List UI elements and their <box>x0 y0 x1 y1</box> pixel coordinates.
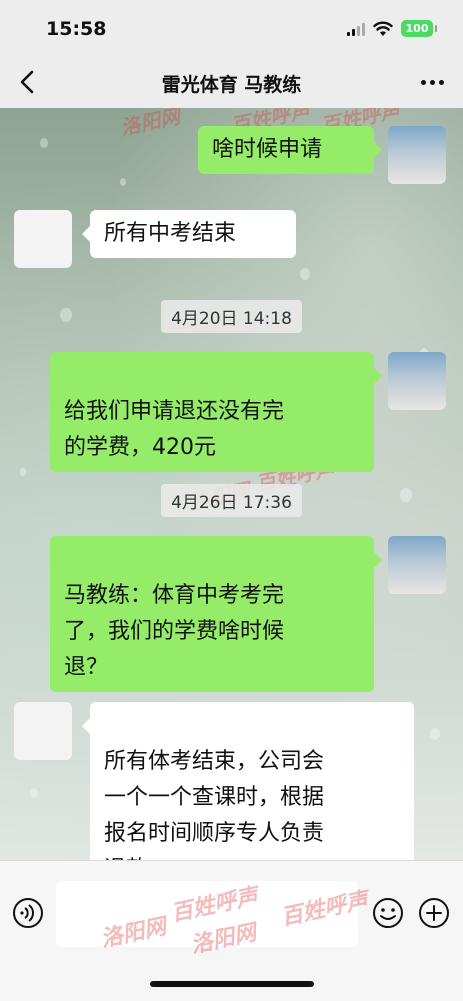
more-dot <box>429 79 435 85</box>
voice-icon <box>13 898 43 928</box>
raindrop <box>30 788 38 798</box>
message-text: 给我们申请退还没有完 的学费，420元 <box>64 399 285 460</box>
user-avatar[interactable] <box>388 536 446 594</box>
battery-indicator: 100 <box>401 20 437 37</box>
timestamp: 4月26日 17:36 <box>0 484 463 517</box>
home-indicator <box>150 981 314 987</box>
raindrop <box>120 178 126 186</box>
raindrop <box>40 138 48 148</box>
raindrop <box>430 728 440 740</box>
signal-icon <box>347 22 365 36</box>
message-text: 啥时候申请 <box>212 137 323 162</box>
more-dot <box>420 79 426 85</box>
user-avatar[interactable] <box>388 126 446 184</box>
coach-avatar[interactable] <box>14 210 72 268</box>
more-dot <box>438 79 444 85</box>
chat-title: 雷光体育 马教练 <box>161 74 302 96</box>
more-button[interactable] <box>417 68 447 96</box>
message-text: 所有中考结束 <box>104 221 237 246</box>
user-avatar[interactable] <box>388 352 446 410</box>
voice-button[interactable] <box>12 897 44 929</box>
message-text: 所有体考结束，公司会 一个一个查课时，根据 报名时间顺序专人负责 退款 <box>104 749 325 860</box>
timestamp-text: 4月26日 17:36 <box>161 484 302 517</box>
plus-circle-icon <box>419 898 449 928</box>
message-bubble-incoming[interactable]: 所有体考结束，公司会 一个一个查课时，根据 报名时间顺序专人负责 退款 <box>82 702 414 860</box>
plus-button[interactable] <box>418 897 450 929</box>
message-bubble-outgoing[interactable]: 马教练：体育中考考完 了，我们的学费啥时候 退？ <box>50 536 382 692</box>
status-bar: 15:58 100 <box>0 0 463 56</box>
message-input[interactable] <box>56 881 358 947</box>
coach-avatar[interactable] <box>14 702 72 760</box>
raindrop <box>20 468 26 476</box>
status-time: 15:58 <box>46 18 107 40</box>
message-bubble-outgoing[interactable]: 给我们申请退还没有完 的学费，420元 <box>50 352 382 472</box>
smiley-icon <box>373 898 403 928</box>
message-text: 马教练：体育中考考完 了，我们的学费啥时候 退？ <box>64 583 285 680</box>
chat-area[interactable]: 百姓呼声 百姓呼声 洛阳网 洛阳网 百姓呼声 啥时候申请 所有中考结束 4月20… <box>0 108 463 860</box>
message-bubble-outgoing[interactable]: 啥时候申请 <box>198 126 382 174</box>
timestamp-text: 4月20日 14:18 <box>161 300 302 333</box>
watermark-text: 洛阳网 <box>118 108 183 140</box>
status-icons: 100 <box>347 20 437 37</box>
raindrop <box>300 268 310 280</box>
input-bar: 洛阳网 百姓呼声 洛阳网 百姓呼声 <box>0 860 463 1001</box>
nav-bar: 雷光体育 马教练 <box>0 56 463 108</box>
watermark: 洛阳网 <box>118 108 183 141</box>
wifi-icon <box>373 21 393 36</box>
timestamp: 4月20日 14:18 <box>0 300 463 333</box>
message-bubble-incoming[interactable]: 所有中考结束 <box>82 210 296 258</box>
emoji-button[interactable] <box>372 897 404 929</box>
